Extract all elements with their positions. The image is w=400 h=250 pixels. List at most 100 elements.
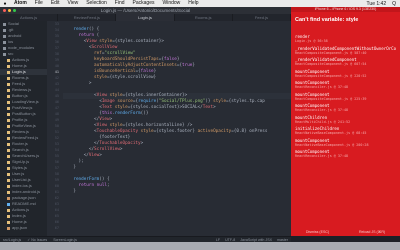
- file-icon: [7, 100, 10, 104]
- file-icon: [7, 130, 10, 134]
- file-icon: [7, 214, 10, 218]
- folder-icon: [3, 28, 6, 32]
- file-icon: [7, 124, 10, 128]
- mac-dock: [0, 242, 400, 250]
- status-file-path[interactable]: src/Login.js: [3, 238, 21, 242]
- file-icon: [7, 172, 10, 176]
- stack-frame-function: _renderValidatedComponentWithoutOwnerOrC…: [295, 45, 396, 51]
- status-line-ending[interactable]: LF: [216, 238, 220, 242]
- close-window-icon[interactable]: [3, 9, 6, 12]
- tab-rooms[interactable]: Rooms.js: [175, 14, 233, 21]
- stack-frame[interactable]: mountComponent ReactCompositeComponent.js…: [291, 92, 400, 102]
- code-line: }: [63, 189, 76, 194]
- minimize-window-icon[interactable]: [8, 9, 11, 12]
- menu-help[interactable]: Help: [184, 0, 202, 7]
- tab-actions[interactable]: Actions.js: [0, 14, 59, 21]
- error-title: Can't find variable: style: [295, 17, 359, 23]
- stack-frame-location: ReactMultiChild.js @ 241:52: [295, 119, 351, 124]
- menu-selection[interactable]: Selection: [82, 0, 111, 7]
- file-icon: [7, 160, 10, 164]
- code-area[interactable]: render() { return ( <View style={styles.…: [63, 21, 291, 195]
- window-title: Login.js — /Users/Antonio/Documents/Soci…: [0, 7, 291, 14]
- window-controls: [3, 9, 16, 12]
- file-icon: [7, 112, 10, 116]
- file-icon: [7, 76, 10, 80]
- sidebar-item-label: app.json: [12, 225, 28, 230]
- file-icon: [7, 166, 10, 170]
- stack-frame[interactable]: mountComponent ReactReconciler.js @ 37:48: [291, 149, 400, 159]
- folder-icon: [3, 22, 6, 26]
- file-icon: [7, 142, 10, 146]
- file-icon: [7, 94, 10, 98]
- stack-frame[interactable]: _renderValidatedComponentWithoutOwnerOrC…: [291, 46, 400, 56]
- tab-reviewfeed[interactable]: ReviewFeed.js: [58, 14, 117, 21]
- redbox-actions: Dismiss (ESC) Reload JS (⌘R): [291, 230, 400, 234]
- stack-frame[interactable]: mountComponent ReactNativeBaseComponent.j…: [291, 138, 400, 148]
- stack-frame[interactable]: _renderValidatedComponent ReactCompositeC…: [291, 57, 400, 67]
- folder-icon: [3, 40, 6, 44]
- menubar-clock[interactable]: Tue 1:42: [367, 1, 387, 7]
- stack-frame-location: ReactCompositeComponent.js @ 607:54: [295, 62, 367, 66]
- zoom-window-icon[interactable]: [13, 9, 16, 12]
- line-gutter: 33 34 35 36 37 38 39 40 41 42 43 44 45 46 47 48 49 50 51 52…: [47, 21, 61, 236]
- file-icon: [7, 178, 10, 182]
- stack-frame-location: ReactNativeBaseComponent.js @ 200:28: [295, 142, 369, 147]
- file-icon: [7, 64, 10, 68]
- tab-feed[interactable]: Feed.js: [233, 14, 292, 21]
- status-grammar[interactable]: JavaScript with JSX: [240, 238, 272, 242]
- stack-frame-location: ReactReconciler.js @ 37:48: [295, 154, 349, 158]
- stack-frame[interactable]: mountComponent ReactCompositeComponent.js…: [291, 69, 400, 79]
- code-editor[interactable]: 33 34 35 36 37 38 39 40 41 42 43 44 45 46 47 48 49 50 51 52…: [47, 21, 291, 236]
- file-icon: [7, 118, 10, 122]
- menu-edit[interactable]: Edit: [47, 0, 64, 7]
- apple-icon[interactable]: ●: [0, 1, 10, 7]
- file-icon: [7, 148, 10, 152]
- menu-view[interactable]: View: [63, 0, 82, 7]
- folder-icon: [3, 52, 6, 56]
- reload-js-button[interactable]: Reload JS (⌘R): [359, 230, 385, 234]
- file-icon: [7, 184, 10, 188]
- file-icon: [7, 208, 10, 212]
- file-icon: [7, 196, 10, 200]
- tab-bar: Actions.js ReviewFeed.js Login.js Rooms.…: [0, 14, 292, 21]
- stack-frame-location: ReactCompositeComponent.js @ 587:40: [295, 50, 367, 55]
- menu-packages[interactable]: Packages: [129, 0, 159, 7]
- line-number: 67: [54, 226, 59, 230]
- dismiss-button[interactable]: Dismiss (ESC): [306, 230, 329, 234]
- stack-trace: render Login.js @ 56:58 _renderValidatedCo…: [291, 34, 400, 159]
- mac-menubar: ● Atom File Edit View Selection Find Pac…: [0, 0, 400, 7]
- file-icon: [7, 58, 10, 62]
- menu-app-name[interactable]: Atom: [10, 0, 31, 7]
- folder-icon: [3, 46, 6, 50]
- file-icon: [7, 70, 10, 74]
- ios-simulator-redbox[interactable]: iPhone 6 – iPhone 6 / iOS 9.3 (13E230) C…: [291, 7, 400, 236]
- stack-frame-location: Login.js @ 56:58: [295, 39, 328, 43]
- stack-frame-location: ReactNativeBaseComponent.js @ 68:45: [295, 131, 367, 135]
- file-tree: Social .git android ios node_modules src Actio…: [0, 21, 47, 236]
- status-encoding[interactable]: UTF-8: [225, 238, 235, 242]
- sidebar-item[interactable]: app.json: [0, 225, 47, 231]
- file-icon: [7, 202, 10, 206]
- stack-frame[interactable]: mountComponent ReactReconciler.js @ 37:48: [291, 103, 400, 113]
- stack-frame[interactable]: render Login.js @ 56:58: [291, 34, 400, 44]
- file-icon: [7, 88, 10, 92]
- status-lint[interactable]: ✓ No Issues: [27, 238, 47, 242]
- stack-frame-location: ReactReconciler.js @ 37:48: [295, 85, 349, 89]
- menu-find[interactable]: Find: [111, 0, 129, 7]
- status-git-branch[interactable]: master: [277, 238, 288, 242]
- folder-icon: [3, 34, 6, 38]
- tab-login[interactable]: Login.js: [116, 14, 175, 21]
- stack-frame[interactable]: mountComponent ReactReconciler.js @ 37:48: [291, 80, 400, 90]
- file-icon: [7, 226, 10, 230]
- status-extra[interactable]: ScreenLogin.js: [53, 238, 77, 242]
- file-icon: [7, 106, 10, 110]
- menu-file[interactable]: File: [31, 0, 47, 7]
- file-icon: [7, 136, 10, 140]
- menu-window[interactable]: Window: [159, 0, 185, 7]
- stack-frame[interactable]: mountChildren ReactMultiChild.js @ 241:52: [291, 115, 400, 125]
- stack-frame[interactable]: initializeChildren ReactNativeBaseCompone…: [291, 126, 400, 136]
- spotlight-icon[interactable]: Q: [392, 1, 396, 7]
- stack-frame-location: ReactCompositeComponent.js @ 220:52: [295, 73, 367, 78]
- stack-frame-location: ReactReconciler.js @ 37:48: [295, 108, 349, 112]
- file-icon: [7, 190, 10, 194]
